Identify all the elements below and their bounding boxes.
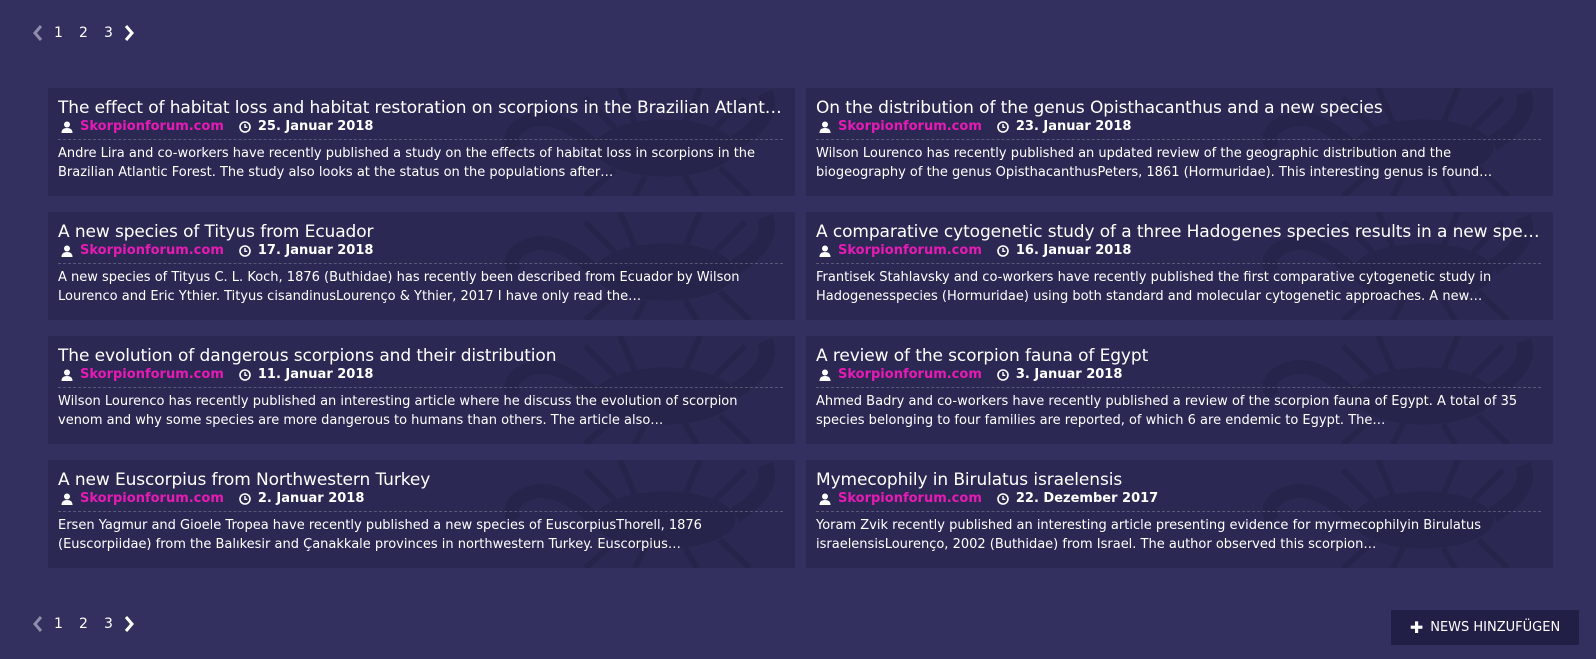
news-meta: Skorpionforum.com 25. Januar 2018 [58, 118, 783, 140]
news-excerpt: Frantisek Stahlavsky and co-workers have… [816, 270, 1492, 304]
news-card[interactable]: A comparative cytogenetic study of a thr… [806, 212, 1553, 320]
news-excerpt: Andre Lira and co-workers have recently … [58, 146, 756, 180]
pagination-bottom: 1 2 3 [30, 612, 137, 636]
news-source-link[interactable]: Skorpionforum.com [80, 490, 224, 508]
clock-icon [996, 368, 1010, 382]
clock-icon [996, 492, 1010, 506]
news-title[interactable]: The evolution of dangerous scorpions and… [58, 346, 785, 366]
news-date: 22. Dezember 2017 [1015, 491, 1159, 506]
user-icon [818, 368, 832, 382]
news-source-link[interactable]: Skorpionforum.com [80, 118, 224, 136]
news-meta: Skorpionforum.com 3. Januar 2018 [816, 366, 1541, 388]
clock-icon [996, 120, 1010, 134]
news-meta: Skorpionforum.com 22. Dezember 2017 [816, 490, 1541, 512]
news-card[interactable]: The effect of habitat loss and habitat r… [48, 88, 795, 196]
chevron-left-icon[interactable] [30, 23, 46, 43]
user-icon [818, 492, 832, 506]
news-date: 23. Januar 2018 [1015, 119, 1132, 134]
page-link-2[interactable]: 2 [71, 616, 96, 632]
news-source-link[interactable]: Skorpionforum.com [838, 118, 982, 136]
news-card[interactable]: The evolution of dangerous scorpions and… [48, 336, 795, 444]
news-source-link[interactable]: Skorpionforum.com [80, 366, 224, 384]
news-page: 1 2 3 The effect of habitat loss and hab… [0, 0, 1596, 659]
news-date: 2. Januar 2018 [257, 491, 365, 506]
clock-icon [238, 244, 252, 258]
clock-icon [996, 244, 1010, 258]
news-card[interactable]: A review of the scorpion fauna of Egypt … [806, 336, 1553, 444]
news-excerpt: Wilson Lourenco has recently published a… [58, 394, 738, 428]
user-icon [818, 244, 832, 258]
user-icon [60, 368, 74, 382]
news-source-link[interactable]: Skorpionforum.com [838, 490, 982, 508]
news-excerpt: A new species of Tityus C. L. Koch, 1876… [58, 270, 740, 304]
news-title[interactable]: A new species of Tityus from Ecuador [58, 222, 785, 242]
clock-icon [238, 492, 252, 506]
news-title[interactable]: The effect of habitat loss and habitat r… [58, 98, 785, 118]
page-link-1[interactable]: 1 [46, 616, 71, 632]
news-excerpt: Yoram Zvik recently published an interes… [816, 518, 1481, 552]
news-meta: Skorpionforum.com 23. Januar 2018 [816, 118, 1541, 140]
news-excerpt: Ahmed Badry and co-workers have recently… [816, 394, 1518, 428]
news-meta: Skorpionforum.com 11. Januar 2018 [58, 366, 783, 388]
pagination-top: 1 2 3 [30, 21, 137, 45]
news-title[interactable]: On the distribution of the genus Opistha… [816, 98, 1543, 118]
clock-icon [238, 120, 252, 134]
chevron-right-icon[interactable] [121, 23, 137, 43]
page-link-2[interactable]: 2 [71, 25, 96, 41]
chevron-left-icon[interactable] [30, 614, 46, 634]
news-date: 11. Januar 2018 [257, 367, 374, 382]
news-source-link[interactable]: Skorpionforum.com [80, 242, 224, 260]
news-date: 3. Januar 2018 [1015, 367, 1123, 382]
news-date: 16. Januar 2018 [1015, 243, 1132, 258]
news-grid: The effect of habitat loss and habitat r… [48, 88, 1553, 568]
news-meta: Skorpionforum.com 16. Januar 2018 [816, 242, 1541, 264]
news-source-link[interactable]: Skorpionforum.com [838, 242, 982, 260]
news-date: 17. Januar 2018 [257, 243, 374, 258]
user-icon [60, 492, 74, 506]
user-icon [818, 120, 832, 134]
news-card[interactable]: A new Euscorpius from Northwestern Turke… [48, 460, 795, 568]
page-link-3[interactable]: 3 [96, 616, 121, 632]
user-icon [60, 120, 74, 134]
news-title[interactable]: A comparative cytogenetic study of a thr… [816, 222, 1543, 242]
add-news-label: NEWS HINZUFÜGEN [1430, 620, 1561, 635]
news-meta: Skorpionforum.com 2. Januar 2018 [58, 490, 783, 512]
news-title[interactable]: A review of the scorpion fauna of Egypt [816, 346, 1543, 366]
news-title[interactable]: A new Euscorpius from Northwestern Turke… [58, 470, 785, 490]
news-title[interactable]: Mymecophily in Birulatus israelensis [816, 470, 1543, 490]
clock-icon [238, 368, 252, 382]
plus-icon: ✚ [1409, 617, 1424, 637]
page-link-1[interactable]: 1 [46, 25, 71, 41]
news-meta: Skorpionforum.com 17. Januar 2018 [58, 242, 783, 264]
user-icon [60, 244, 74, 258]
news-date: 25. Januar 2018 [257, 119, 374, 134]
news-card[interactable]: On the distribution of the genus Opistha… [806, 88, 1553, 196]
page-link-3[interactable]: 3 [96, 25, 121, 41]
add-news-button[interactable]: ✚ NEWS HINZUFÜGEN [1391, 610, 1579, 645]
news-source-link[interactable]: Skorpionforum.com [838, 366, 982, 384]
news-excerpt: Ersen Yagmur and Gioele Tropea have rece… [58, 518, 702, 552]
news-card[interactable]: Mymecophily in Birulatus israelensis Sko… [806, 460, 1553, 568]
news-excerpt: Wilson Lourenco has recently published a… [816, 146, 1493, 180]
chevron-right-icon[interactable] [121, 614, 137, 634]
news-card[interactable]: A new species of Tityus from Ecuador Sko… [48, 212, 795, 320]
